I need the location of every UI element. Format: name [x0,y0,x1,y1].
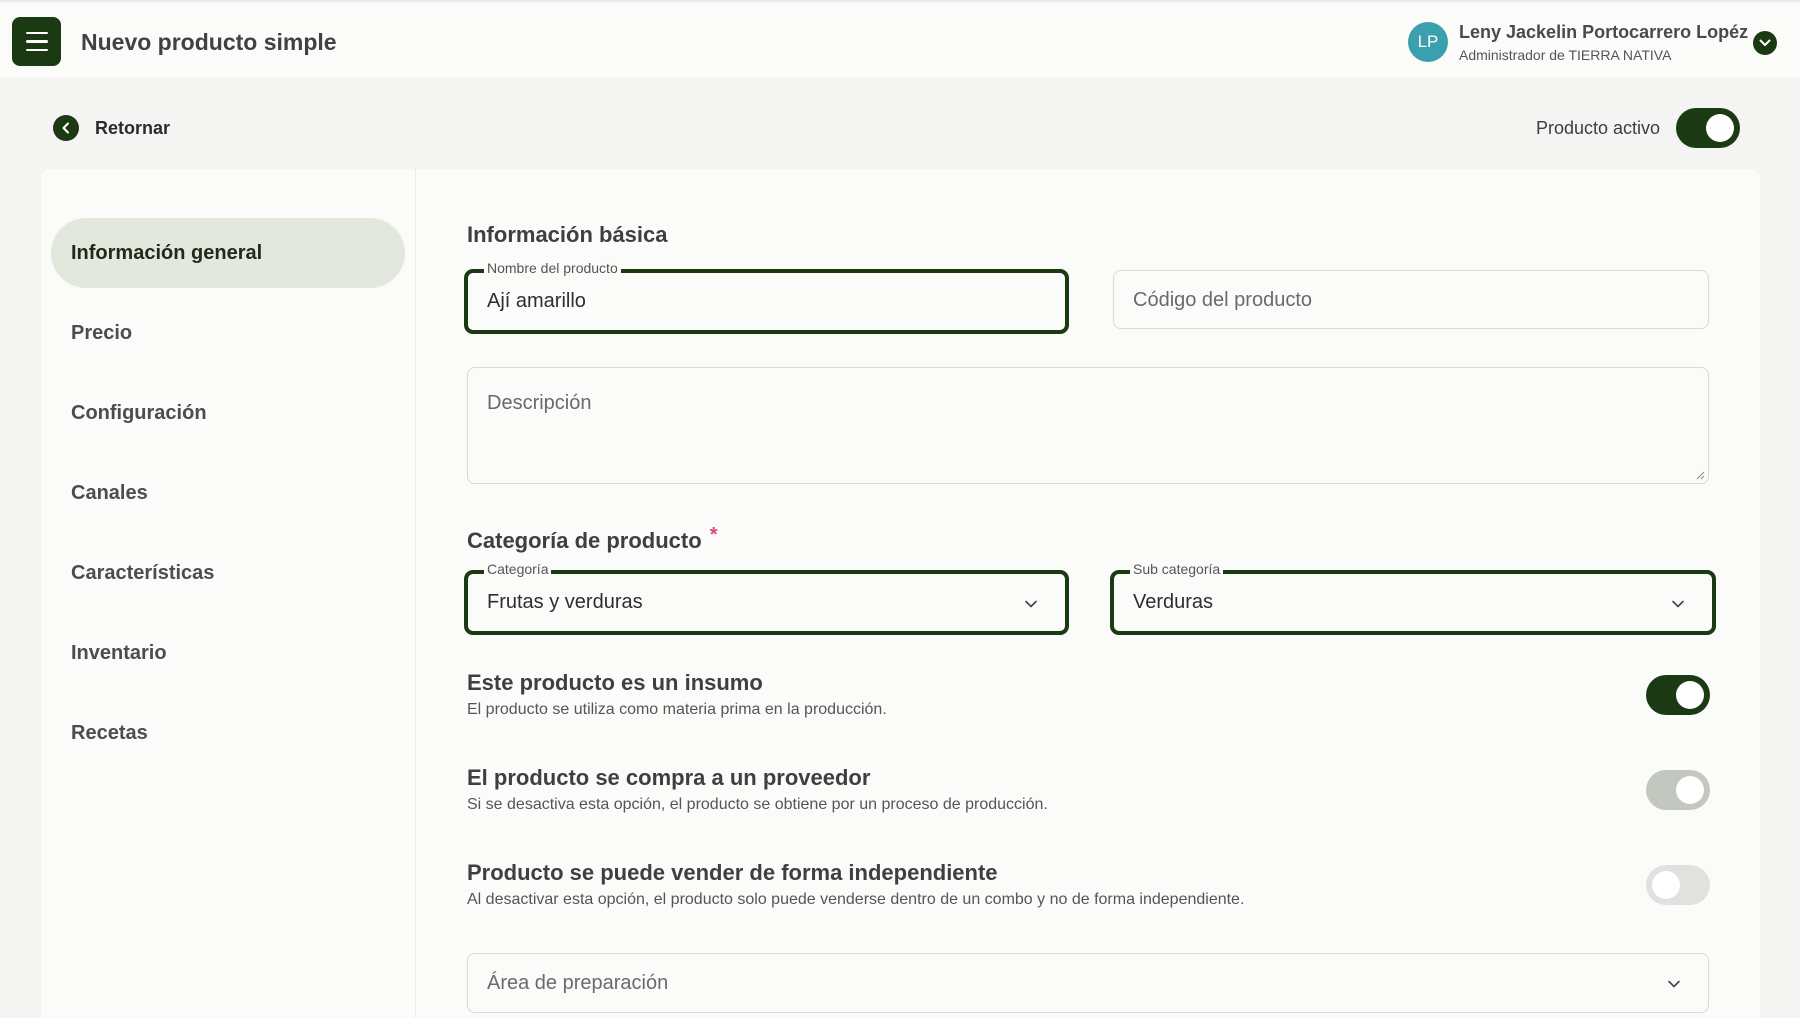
toggle-knob [1676,681,1704,709]
description-field[interactable]: Descripción [467,367,1709,484]
menu-icon-line [25,40,48,43]
product-active-toggle[interactable] [1676,108,1740,148]
menu-icon-line [25,31,48,35]
back-circle [53,115,79,141]
sidebar-item-precio[interactable]: Precio [51,298,405,368]
option-proveedor-description: Si se desactiva esta opción, el producto… [467,796,1048,813]
section-sidebar: Información general Precio Configuración… [41,169,416,1018]
prep-area-select[interactable]: Área de preparación [467,953,1709,1013]
category-label: Categoría [484,561,552,577]
option-insumo-toggle[interactable] [1646,675,1710,715]
chevron-left-icon [62,122,69,134]
user-role: Administrador de TIERRA NATIVA [1459,47,1672,63]
sidebar-item-label: Información general [71,241,263,264]
category-title: Categoría de producto * [467,524,717,554]
sidebar-item-label: Canales [71,481,148,504]
sidebar-item-label: Inventario [71,641,167,664]
description-placeholder: Descripción [487,392,592,414]
category-value: Frutas y verduras [487,591,643,613]
menu-icon-line [25,48,48,52]
menu-button[interactable] [12,17,61,66]
option-independiente-title: Producto se puede vender de forma indepe… [467,860,998,885]
option-proveedor-toggle[interactable] [1646,770,1710,810]
user-menu-button[interactable] [1753,31,1777,55]
page-title: Nuevo producto simple [81,29,337,55]
chevron-down-icon [1668,980,1680,988]
sidebar-item-caracteristicas[interactable]: Características [51,538,405,608]
option-proveedor-title: El producto se compra a un proveedor [467,765,871,790]
category-title-text: Categoría de producto [467,528,702,553]
toggle-knob [1676,776,1704,804]
chevron-down-icon [1672,600,1684,608]
subcategory-value: Verduras [1133,591,1214,613]
option-insumo-title: Este producto es un insumo [467,670,763,695]
chevron-down-icon [1025,600,1037,608]
subcategory-label: Sub categoría [1130,561,1224,577]
top-bar: Nuevo producto simple LP Leny Jackelin P… [0,0,1800,78]
sidebar-item-recetas[interactable]: Recetas [51,698,405,768]
prep-area-placeholder: Área de preparación [487,972,669,994]
chevron-down-icon [1759,39,1771,46]
product-code-placeholder: Código del producto [1133,289,1313,311]
sidebar-item-inventario[interactable]: Inventario [51,618,405,688]
subcategory-select[interactable]: Sub categoría Verduras [1110,561,1716,635]
user-name: Leny Jackelin Portocarrero Lopéz [1459,22,1749,42]
required-mark: * [709,524,718,546]
sidebar-item-label: Características [71,561,215,584]
option-independiente-description: Al desactivar esta opción, el producto s… [467,891,1245,908]
product-active-label: Producto activo [1536,118,1661,138]
product-name-label: Nombre del producto [484,260,621,276]
option-insumo-description: El producto se utiliza como materia prim… [467,701,887,718]
basic-info-title: Información básica [467,222,668,247]
product-name-field[interactable]: Nombre del producto Ají amarillo [464,260,1069,334]
sidebar-item-configuracion[interactable]: Configuración [51,378,405,448]
category-select[interactable]: Categoría Frutas y verduras [464,561,1069,635]
back-button[interactable]: Retornar [53,115,170,141]
resize-grip-icon[interactable] [1695,470,1705,480]
back-label: Retornar [95,117,171,138]
toggle-knob [1652,871,1680,899]
product-name-value: Ají amarillo [487,290,586,312]
option-independiente-toggle[interactable] [1646,865,1710,905]
product-code-field[interactable]: Código del producto [1113,270,1709,329]
sidebar-item-label: Recetas [71,721,148,744]
sidebar-item-informacion-general[interactable]: Información general [51,218,405,288]
toggle-knob [1706,114,1734,142]
sidebar-item-label: Configuración [71,401,207,424]
sidebar-item-canales[interactable]: Canales [51,458,405,528]
sidebar-item-label: Precio [71,321,133,344]
avatar[interactable]: LP [1408,22,1448,62]
